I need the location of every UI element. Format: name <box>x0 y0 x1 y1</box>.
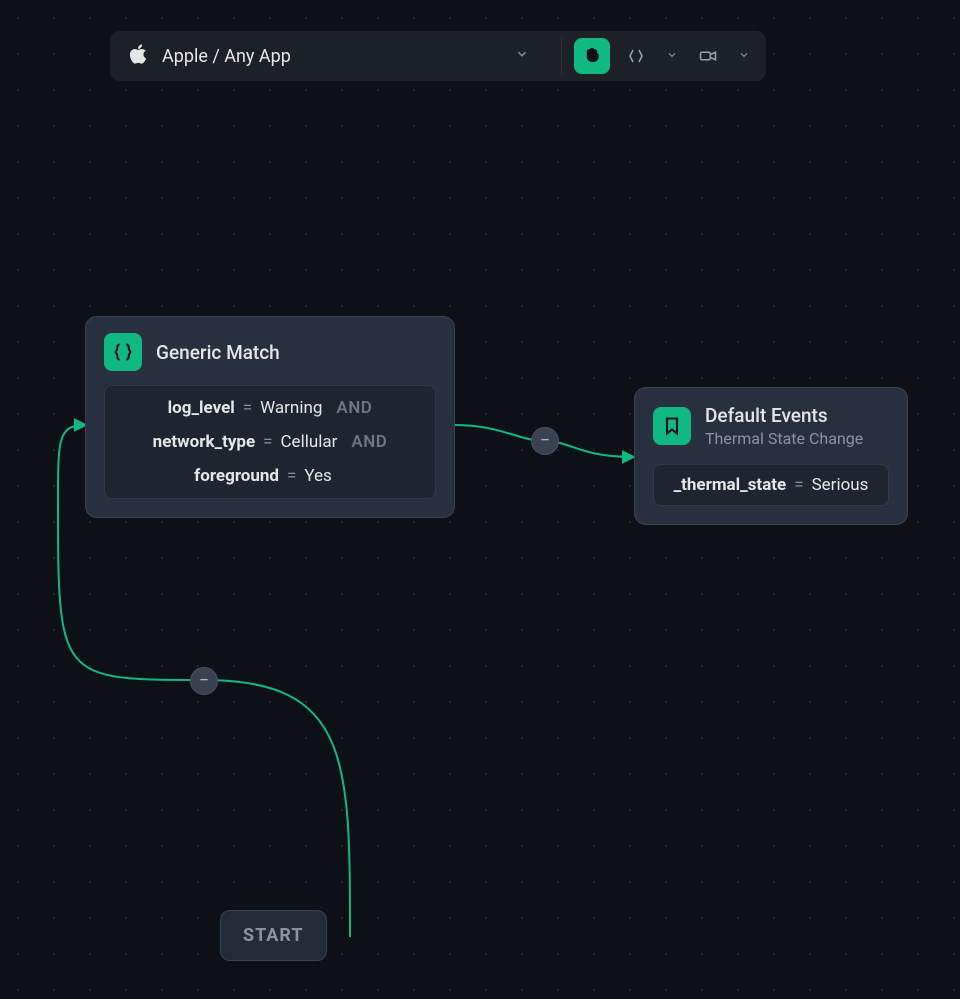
conditions-box: log_level = Warning AND network_type = C… <box>104 385 436 499</box>
app-selector[interactable]: Apple / Any App <box>110 31 561 81</box>
braces-icon <box>104 333 142 371</box>
toolbar: Apple / Any App <box>110 31 766 81</box>
node-header: Generic Match <box>104 333 436 371</box>
condition-row: foreground = Yes <box>121 466 419 486</box>
node-header: Default Events Thermal State Change <box>653 404 889 448</box>
start-label: START <box>243 925 304 946</box>
condition-row: log_level = Warning AND <box>121 398 419 418</box>
video-tool-button[interactable] <box>690 38 726 74</box>
bookmark-icon <box>653 407 691 445</box>
node-title: Generic Match <box>156 341 280 364</box>
edge-collapse-button[interactable]: − <box>190 667 218 695</box>
condition-row: _thermal_state = Serious <box>653 464 889 506</box>
toolbar-tools <box>562 38 766 74</box>
video-tool-chevron[interactable] <box>734 49 754 64</box>
node-default-events[interactable]: Default Events Thermal State Change _the… <box>634 387 908 525</box>
condition-row: network_type = Cellular AND <box>121 432 419 452</box>
node-title: Default Events <box>705 404 863 427</box>
edge-collapse-button[interactable]: − <box>531 427 559 455</box>
chevron-down-icon <box>515 47 543 65</box>
pan-tool-button[interactable] <box>574 38 610 74</box>
apple-icon <box>128 43 148 69</box>
node-generic-match[interactable]: Generic Match log_level = Warning AND ne… <box>85 316 455 518</box>
app-selector-label: Apple / Any App <box>162 46 291 67</box>
node-subtitle: Thermal State Change <box>705 429 863 448</box>
start-node[interactable]: START <box>220 910 327 961</box>
code-tool-button[interactable] <box>618 38 654 74</box>
node-header-text: Default Events Thermal State Change <box>705 404 863 448</box>
code-tool-chevron[interactable] <box>662 49 682 64</box>
